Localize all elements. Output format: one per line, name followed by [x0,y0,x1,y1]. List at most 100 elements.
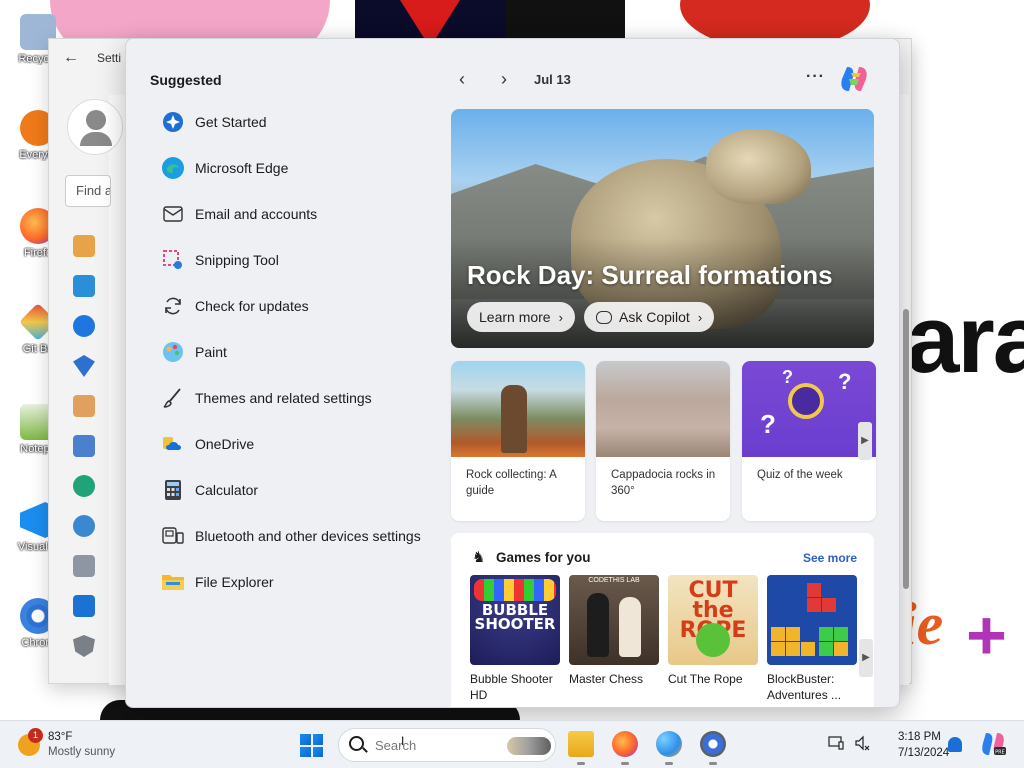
display-icon[interactable] [828,735,844,751]
game-tile-master-chess[interactable]: CODETHIS LAB Master Chess [569,575,659,687]
settings-scrollbar[interactable] [903,309,909,589]
time-language-icon[interactable] [73,515,95,537]
wallpaper-text: ara [906,286,1024,393]
taskbar-clock[interactable]: 3:18 PM 7/13/2024 [898,729,950,761]
home-icon[interactable] [73,235,95,257]
suggested-item-themes[interactable]: Themes and related settings [150,375,440,421]
suggested-item-paint[interactable]: Paint [150,329,440,375]
personalization-icon[interactable] [73,395,95,417]
feed-card-quiz[interactable]: ? ? ? Quiz of the week [742,361,876,521]
chat-bubble-icon [596,310,612,324]
bluetooth-icon[interactable] [73,315,95,337]
start-menu: Suggested Get Started Microsoft Edge Ema… [125,38,900,708]
block-art [786,642,800,656]
ask-copilot-button[interactable]: Ask Copilot › [584,302,715,332]
feed-next-button[interactable]: › [501,69,507,90]
wallpaper-text: + [966,596,1007,674]
game-name: Cut The Rope [668,672,743,686]
wallpaper-dark-shape [505,0,625,40]
suggested-heading: Suggested [150,72,222,88]
search-highlight-art [507,737,551,755]
suggested-item-edge[interactable]: Microsoft Edge [150,145,440,191]
settings-search-input[interactable]: Find a [65,175,111,207]
suggested-item-label: Bluetooth and other devices settings [195,528,421,544]
suggested-item-label: Paint [195,344,227,360]
question-mark-icon: ? [760,409,776,439]
accounts-icon[interactable] [73,475,95,497]
running-indicator [665,762,673,765]
suggested-item-email[interactable]: Email and accounts [150,191,440,237]
accessibility-icon[interactable] [73,595,95,617]
taskbar-settings[interactable] [700,731,726,765]
feed-previous-button[interactable]: ‹ [459,69,465,90]
feed-card-cappadocia[interactable]: Cappadocia rocks in 360° [596,361,730,521]
suggested-item-file-explorer[interactable]: File Explorer [150,559,440,605]
game-name: Bubble Shooter HD [470,672,553,702]
game-name: BlockBuster: Adventures ... [767,672,842,702]
question-mark-icon: ? [838,369,852,394]
system-tray [828,735,870,751]
cards-scroll-right-button[interactable]: ▶ [858,422,872,460]
suggested-item-onedrive[interactable]: OneDrive [150,421,440,467]
see-more-link[interactable]: See more [803,551,857,565]
game-tile-bubble-shooter[interactable]: BUBBLE SHOOTER Bubble Shooter HD [470,575,560,703]
svg-text:PRE: PRE [995,750,1005,756]
hiker-figure [501,385,527,453]
suggested-item-check-updates[interactable]: Check for updates [150,283,440,329]
suggested-item-snipping-tool[interactable]: Snipping Tool [150,237,440,283]
back-arrow-icon[interactable]: ← [63,49,79,67]
notification-bell-icon[interactable] [948,737,962,752]
hero-card[interactable]: Rock Day: Surreal formations Learn more … [451,109,874,348]
suggested-item-bluetooth-devices[interactable]: Bluetooth and other devices settings [150,513,440,559]
feed-date: Jul 13 [534,72,571,87]
volume-icon[interactable] [854,735,870,751]
copilot-icon[interactable] [839,65,869,93]
more-options-button[interactable]: ··· [806,68,825,86]
taskbar-paint[interactable] [656,731,682,765]
hero-title: Rock Day: Surreal formations [467,260,833,290]
clock-time: 3:18 PM [898,731,941,743]
games-section: ♞ Games for you See more BUBBLE SHOOTER … [451,533,874,707]
suggested-item-calculator[interactable]: Calculator [150,467,440,513]
get-started-icon [160,109,186,135]
system-icon[interactable] [73,275,95,297]
suggested-item-label: Email and accounts [195,206,318,222]
brush-icon [160,385,186,411]
windows-logo-tile [312,734,323,745]
chess-knight-icon: ♞ [472,549,486,566]
learn-more-label: Learn more [479,309,551,325]
calculator-icon [160,477,186,503]
network-icon[interactable] [73,355,95,377]
block-art [771,627,785,641]
suggested-item-label: Calculator [195,482,259,498]
windows-logo-tile [300,746,311,757]
clock-date: 7/13/2024 [898,747,950,759]
taskbar-firefox[interactable] [612,731,638,765]
suggested-item-label: Snipping Tool [195,252,279,268]
update-icon [160,293,186,319]
privacy-security-icon[interactable] [73,635,95,657]
taskbar-file-explorer[interactable] [568,731,594,765]
learn-more-button[interactable]: Learn more › [467,302,575,332]
text-cursor-icon: I [401,734,405,748]
chess-piece-art [587,593,609,657]
taskbar-search-input[interactable]: Search [338,728,556,762]
game-name: Master Chess [569,672,644,686]
running-indicator [709,762,717,765]
suggested-item-get-started[interactable]: Get Started [150,99,440,145]
question-mark-icon: ? [782,367,793,387]
game-tile-cut-the-rope[interactable]: CUT the ROPE Cut The Rope [668,575,758,687]
apps-icon[interactable] [73,435,95,457]
avatar[interactable] [67,99,123,155]
start-button[interactable] [300,734,323,757]
gaming-icon[interactable] [73,555,95,577]
suggested-item-label: Get Started [195,114,267,130]
feed-card-rock-collecting[interactable]: Rock collecting: A guide [451,361,585,521]
suggested-item-label: Check for updates [195,298,309,314]
block-art [807,598,821,612]
hero-boulder [706,129,811,204]
weather-widget[interactable]: 1 83°F Mostly sunny [18,727,115,763]
game-tile-blockbuster[interactable]: BlockBuster: Adventures ... [767,575,857,703]
copilot-taskbar-icon[interactable]: PRE [980,731,1006,757]
games-scroll-right-button[interactable]: ▶ [859,639,873,677]
